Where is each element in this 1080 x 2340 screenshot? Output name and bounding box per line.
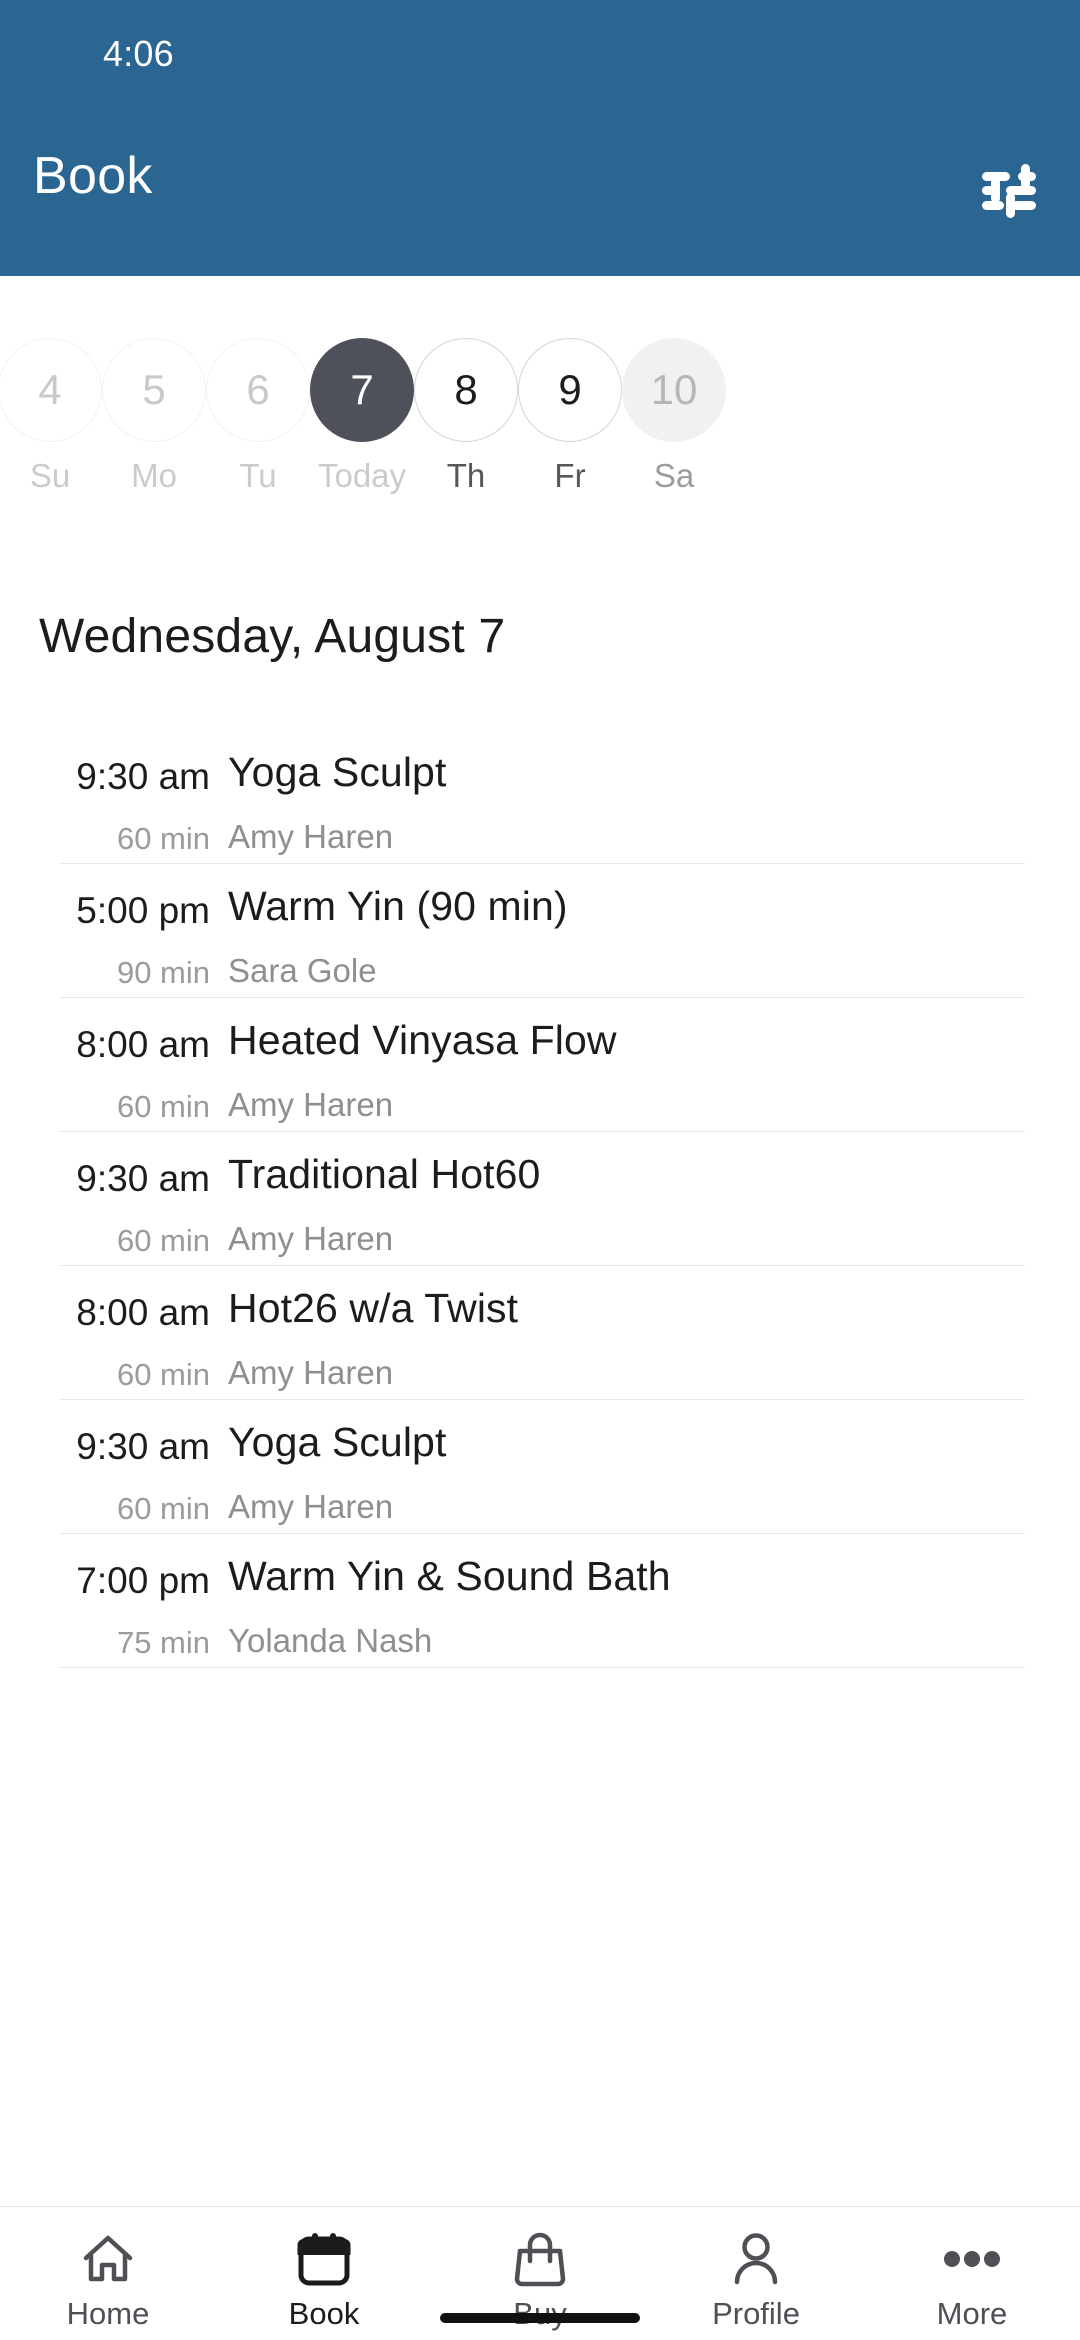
class-title: Yoga Sculpt (228, 1419, 447, 1465)
class-row[interactable]: 8:00 am 60 min Hot26 w/a Twist Amy Haren (0, 1266, 1080, 1400)
class-duration: 60 min (116, 1223, 210, 1258)
date-weekday-label: Mo (131, 457, 177, 494)
app-header: 4:06 Book (0, 0, 1080, 276)
date-weekday-label: Su (29, 457, 71, 494)
nav-item-more[interactable]: More (864, 2228, 1080, 2329)
class-title: Yoga Sculpt (228, 749, 447, 795)
class-duration: 75 min (116, 1625, 210, 1660)
date-cell-4[interactable]: 4 Su (0, 338, 102, 492)
class-instructor: Yolanda Nash (228, 1622, 433, 1659)
class-title: Traditional Hot60 (228, 1151, 541, 1197)
class-time: 9:30 am (76, 756, 210, 797)
class-duration: 60 min (116, 1491, 210, 1526)
class-time: 8:00 am (76, 1292, 210, 1333)
date-circle[interactable]: 8 (414, 338, 518, 442)
filter-button[interactable] (970, 158, 1048, 224)
date-cell-10[interactable]: 10 Sa (622, 338, 726, 492)
class-duration: 60 min (116, 821, 210, 856)
tune-filter-icon (980, 164, 1038, 218)
ellipsis-icon (942, 2228, 1002, 2290)
date-weekday-label: Th (446, 457, 486, 494)
date-strip[interactable]: 4 Su 5 Mo 6 Tu 7 Today 8 Th 9 Fr 10 Sa (0, 276, 1080, 526)
class-instructor: Amy Haren (228, 1220, 394, 1257)
nav-item-label: More (936, 2296, 1008, 2331)
class-row[interactable]: 8:00 am 60 min Heated Vinyasa Flow Amy Hare… (0, 998, 1080, 1132)
class-row[interactable]: 5:00 pm 90 min Warm Yin (90 min) Sara Gole (0, 864, 1080, 998)
nav-item-book[interactable]: Book (216, 2228, 432, 2329)
app-bar: Book (0, 100, 1080, 276)
date-circle[interactable]: 10 (622, 338, 726, 442)
date-circle[interactable]: 6 (206, 338, 310, 442)
class-list: 9:30 am 60 min Yoga Sculpt Amy Haren 5:00 pm… (0, 730, 1080, 1668)
class-row[interactable]: 9:30 am 60 min Traditional Hot60 Amy Haren (0, 1132, 1080, 1266)
class-title: Heated Vinyasa Flow (228, 1017, 617, 1063)
selected-date-heading: Wednesday, August 7 (39, 610, 506, 663)
date-circle[interactable]: 7 (310, 338, 414, 442)
class-duration: 90 min (116, 955, 210, 990)
class-instructor: Amy Haren (228, 1488, 394, 1525)
date-cell-8[interactable]: 8 Th (414, 338, 518, 492)
nav-item-label: Profile (712, 2296, 800, 2331)
class-instructor: Amy Haren (228, 1086, 394, 1123)
class-title: Hot26 w/a Twist (228, 1285, 519, 1331)
date-cell-9[interactable]: 9 Fr (518, 338, 622, 492)
date-circle[interactable]: 9 (518, 338, 622, 442)
class-instructor: Sara Gole (228, 952, 377, 989)
class-time: 9:30 am (76, 1158, 210, 1199)
date-cell-6[interactable]: 6 Tu (206, 338, 310, 492)
class-time: 9:30 am (76, 1426, 210, 1467)
class-instructor: Amy Haren (228, 1354, 394, 1391)
class-duration: 60 min (116, 1357, 210, 1392)
class-row[interactable]: 9:30 am 60 min Yoga Sculpt Amy Haren (0, 1400, 1080, 1534)
status-bar-clock: 4:06 (103, 33, 174, 74)
nav-item-profile[interactable]: Profile (648, 2228, 864, 2329)
class-row[interactable]: 7:00 pm 75 min Warm Yin & Sound Bath Yoland… (0, 1534, 1080, 1668)
class-title: Warm Yin & Sound Bath (228, 1553, 671, 1599)
class-instructor: Amy Haren (228, 818, 394, 855)
class-time: 5:00 pm (76, 890, 210, 931)
home-icon (81, 2228, 135, 2290)
class-time: 7:00 pm (76, 1560, 210, 1601)
class-title: Warm Yin (90 min) (228, 883, 568, 929)
nav-item-label: Book (288, 2296, 360, 2331)
row-divider (60, 1667, 1025, 1668)
bag-icon (513, 2228, 567, 2290)
page-title: Book (33, 147, 153, 205)
date-cell-5[interactable]: 5 Mo (102, 338, 206, 492)
status-bar: 4:06 (0, 0, 1080, 100)
gesture-home-indicator[interactable] (440, 2313, 640, 2323)
date-weekday-label: Today (317, 457, 407, 494)
person-icon (729, 2228, 783, 2290)
date-circle[interactable]: 4 (0, 338, 102, 442)
nav-item-label: Home (66, 2296, 150, 2331)
date-weekday-label: Sa (653, 457, 695, 494)
nav-item-home[interactable]: Home (0, 2228, 216, 2329)
calendar-icon (297, 2228, 351, 2290)
date-circle[interactable]: 5 (102, 338, 206, 442)
app-screen: 4:06 Book 4 Su 5 Mo 6 Tu 7 Today 8 Th 9 … (0, 0, 1080, 2340)
class-duration: 60 min (116, 1089, 210, 1124)
date-cell-7[interactable]: 7 Today (310, 338, 414, 492)
date-weekday-label: Fr (554, 457, 586, 494)
class-time: 8:00 am (76, 1024, 210, 1065)
class-row[interactable]: 9:30 am 60 min Yoga Sculpt Amy Haren (0, 730, 1080, 864)
date-weekday-label: Tu (239, 457, 277, 494)
